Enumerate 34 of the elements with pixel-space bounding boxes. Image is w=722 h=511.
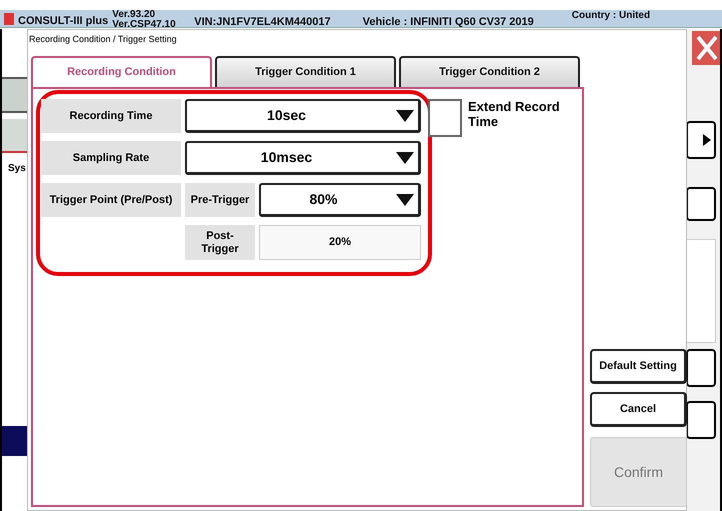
app-logo-icon (4, 13, 14, 25)
side-button[interactable] (686, 349, 716, 387)
field-label: Recording Time (41, 99, 181, 133)
tab[interactable]: Trigger Condition 1 (215, 56, 396, 87)
sidebar-tab[interactable]: Sys (2, 161, 30, 176)
version-text: Ver.93.20 (112, 10, 156, 20)
dropdown[interactable]: 10msec (185, 141, 421, 175)
close-icon[interactable] (692, 31, 720, 65)
tab[interactable]: Trigger Condition 2 (399, 56, 580, 87)
arrow-button[interactable] (686, 121, 716, 159)
field-label: Pre-Trigger (185, 183, 255, 217)
dropdown-button[interactable] (686, 401, 716, 439)
country-text: Country : United (572, 10, 652, 21)
vin-text: VIN:JN1FV7EL4KM440017 (194, 15, 331, 27)
vehicle-text: Vehicle : INFINITI Q60 CV37 2019 (362, 15, 534, 27)
app-title: CONSULT-III plus (18, 14, 108, 27)
caret-icon (396, 194, 414, 206)
field-label: Sampling Rate (41, 141, 181, 175)
dialog-button[interactable]: Cancel (590, 392, 687, 427)
checkbox-label: Extend Record Time (468, 99, 561, 131)
checkbox[interactable] (428, 99, 462, 137)
dialog-button[interactable]: Default Setting (590, 349, 687, 384)
side-button[interactable] (686, 187, 716, 221)
value-field: 20% (259, 225, 421, 260)
caret-icon (396, 152, 414, 164)
tab[interactable]: Recording Condition (31, 56, 212, 87)
dropdown[interactable]: 80% (259, 183, 421, 217)
dialog-title: Recording Condition / Trigger Setting (28, 33, 178, 46)
field-label: Trigger Point (Pre/Post) (41, 183, 181, 217)
version-text: Ver.CSP47.10 (112, 20, 177, 27)
caret-icon (396, 110, 414, 122)
field-label: Post-Trigger (185, 225, 255, 260)
dropdown[interactable]: 10sec (185, 99, 421, 133)
play-icon (703, 134, 711, 146)
